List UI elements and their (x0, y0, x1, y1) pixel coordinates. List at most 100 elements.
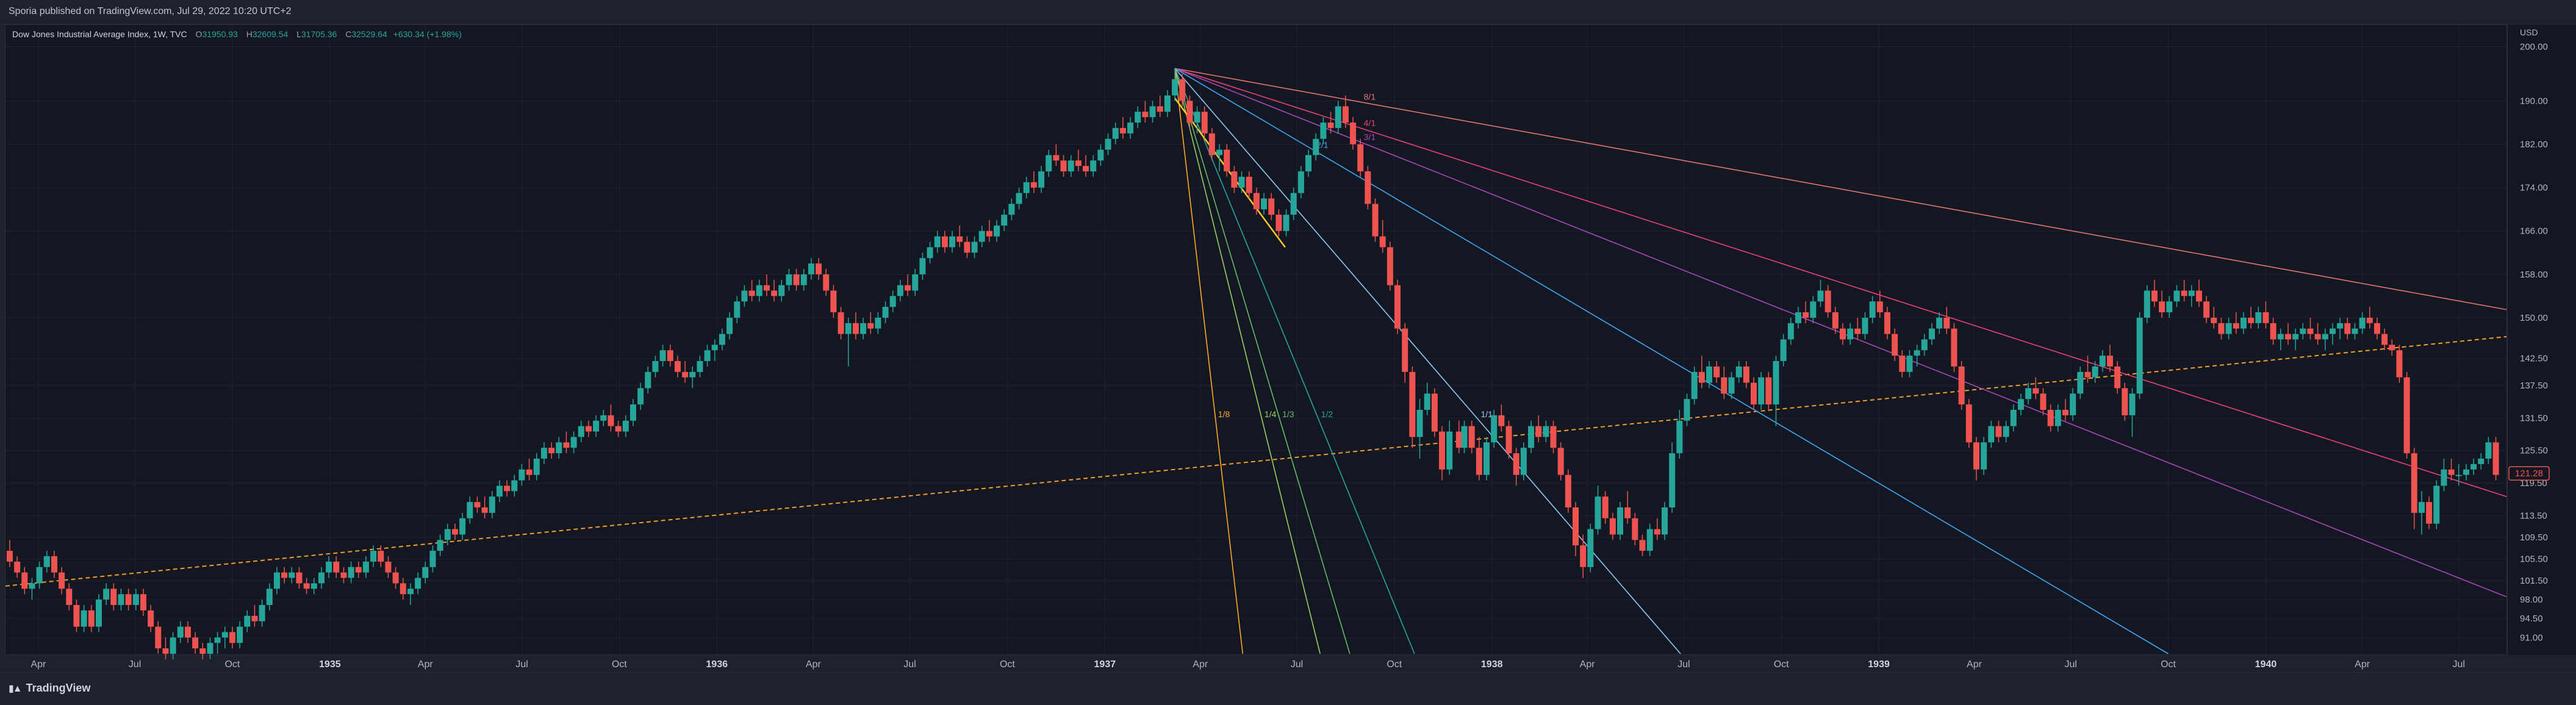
candle-body (21, 572, 28, 589)
time-tick-label: Apr (2355, 659, 2370, 670)
candle-body (2218, 323, 2225, 334)
candle-body (1246, 176, 1252, 193)
symbol-title: Dow Jones Industrial Average Index, 1W, … (12, 29, 187, 39)
candle-body (407, 589, 414, 595)
candle-body (1981, 442, 1987, 470)
candle-body (2173, 290, 2180, 302)
candle-body (2262, 312, 2269, 323)
candle-body (1119, 127, 1126, 134)
candle-body (2248, 317, 2255, 323)
candle-body (199, 648, 206, 654)
candle-body (2492, 442, 2499, 475)
candle-body (1876, 301, 1883, 313)
candle-body (585, 426, 592, 432)
candle-body (860, 323, 867, 334)
candle-body (1557, 448, 1564, 475)
candle-body (251, 615, 258, 621)
candle-body (1810, 301, 1817, 318)
candle-body (6, 551, 13, 562)
candle-body (1164, 95, 1171, 112)
candle-body (415, 578, 422, 589)
candle-body (882, 307, 889, 318)
candle-body (110, 589, 117, 606)
candle-body (2188, 290, 2195, 296)
candle-body (1313, 138, 1319, 156)
candle-body (1847, 328, 1854, 340)
candle-body (88, 610, 95, 627)
candle-body (741, 290, 748, 302)
candle-body (1320, 122, 1327, 139)
candle-body (1268, 198, 1275, 215)
candle-body (771, 290, 778, 296)
candle-body (2062, 410, 2068, 415)
candle-body (1765, 377, 1772, 405)
chart-canvas[interactable]: Apr Jul Oct 1935 Apr Jul Oct 1936 Apr Jul Oct 1937 A… (0, 0, 2576, 705)
candle-body (2122, 388, 2128, 415)
candle-body (1602, 496, 1609, 518)
candle-body (1654, 529, 1660, 535)
candle-body (1394, 285, 1401, 329)
tradingview-icon: ▮▲ (9, 683, 23, 694)
time-tick-label: Apr (418, 659, 434, 670)
candle-body (2114, 366, 2121, 388)
candle-body (1468, 426, 1475, 448)
candle-body (2366, 317, 2373, 323)
candle-body (504, 485, 511, 492)
candle-body (392, 572, 399, 584)
candle-body (1008, 204, 1015, 215)
time-tick-label: Jul (129, 659, 141, 670)
candle-body (1067, 160, 1074, 171)
time-tick-label: Jul (1677, 659, 1690, 670)
candle-body (2047, 410, 2054, 426)
candle-body (1105, 138, 1111, 150)
candle-body (645, 371, 651, 388)
candle-body (1023, 182, 1030, 193)
candle-body (1862, 317, 1868, 334)
high-label: H (246, 29, 253, 39)
candle-body (481, 507, 488, 513)
candle-body (310, 583, 317, 589)
tradingview-logo[interactable]: ▮▲ TradingView (9, 682, 90, 695)
candle-body (1721, 377, 1727, 394)
time-tick-label: Jul (515, 659, 528, 670)
candle-body (1958, 366, 1965, 405)
candle-body (2099, 356, 2106, 367)
candle-body (1698, 371, 1705, 383)
candle-body (934, 236, 941, 248)
candle-body (845, 323, 852, 334)
time-tick-label: Oct (1774, 659, 1789, 670)
candle-body (2396, 350, 2403, 378)
candle-body (2284, 334, 2291, 340)
gann-fan-label: 1/3 (1282, 409, 1294, 419)
candle-body (192, 637, 199, 649)
candle-body (941, 236, 948, 248)
candle-body (1914, 350, 1920, 356)
candle-body (652, 361, 659, 372)
candle-body (2441, 469, 2447, 486)
candle-body (1416, 410, 1423, 437)
candle-body (2389, 345, 2395, 351)
candle-body (978, 231, 985, 242)
gann-fan-label: 8/1 (1364, 91, 1376, 101)
candle-body (1001, 215, 1008, 226)
candle-body (1787, 323, 1794, 340)
candle-body (830, 290, 837, 313)
candle-body (474, 502, 481, 508)
candle-body (1832, 312, 1839, 329)
candle-body (1691, 371, 1698, 399)
time-tick-label: Oct (2161, 659, 2176, 670)
candle-body (1951, 328, 1957, 367)
candle-body (1817, 290, 1824, 302)
candle-body (2337, 323, 2344, 329)
candle-body (689, 371, 696, 378)
candle-body (570, 437, 577, 448)
candle-body (1135, 112, 1141, 123)
price-tick-label: 166.00 (2520, 226, 2548, 237)
candle-body (1253, 193, 1260, 210)
candle-body (927, 247, 933, 259)
candle-body (429, 551, 436, 567)
candle-body (1297, 171, 1304, 193)
candle-body (1342, 106, 1349, 123)
candle-body (2329, 328, 2336, 334)
candle-body (132, 594, 139, 606)
